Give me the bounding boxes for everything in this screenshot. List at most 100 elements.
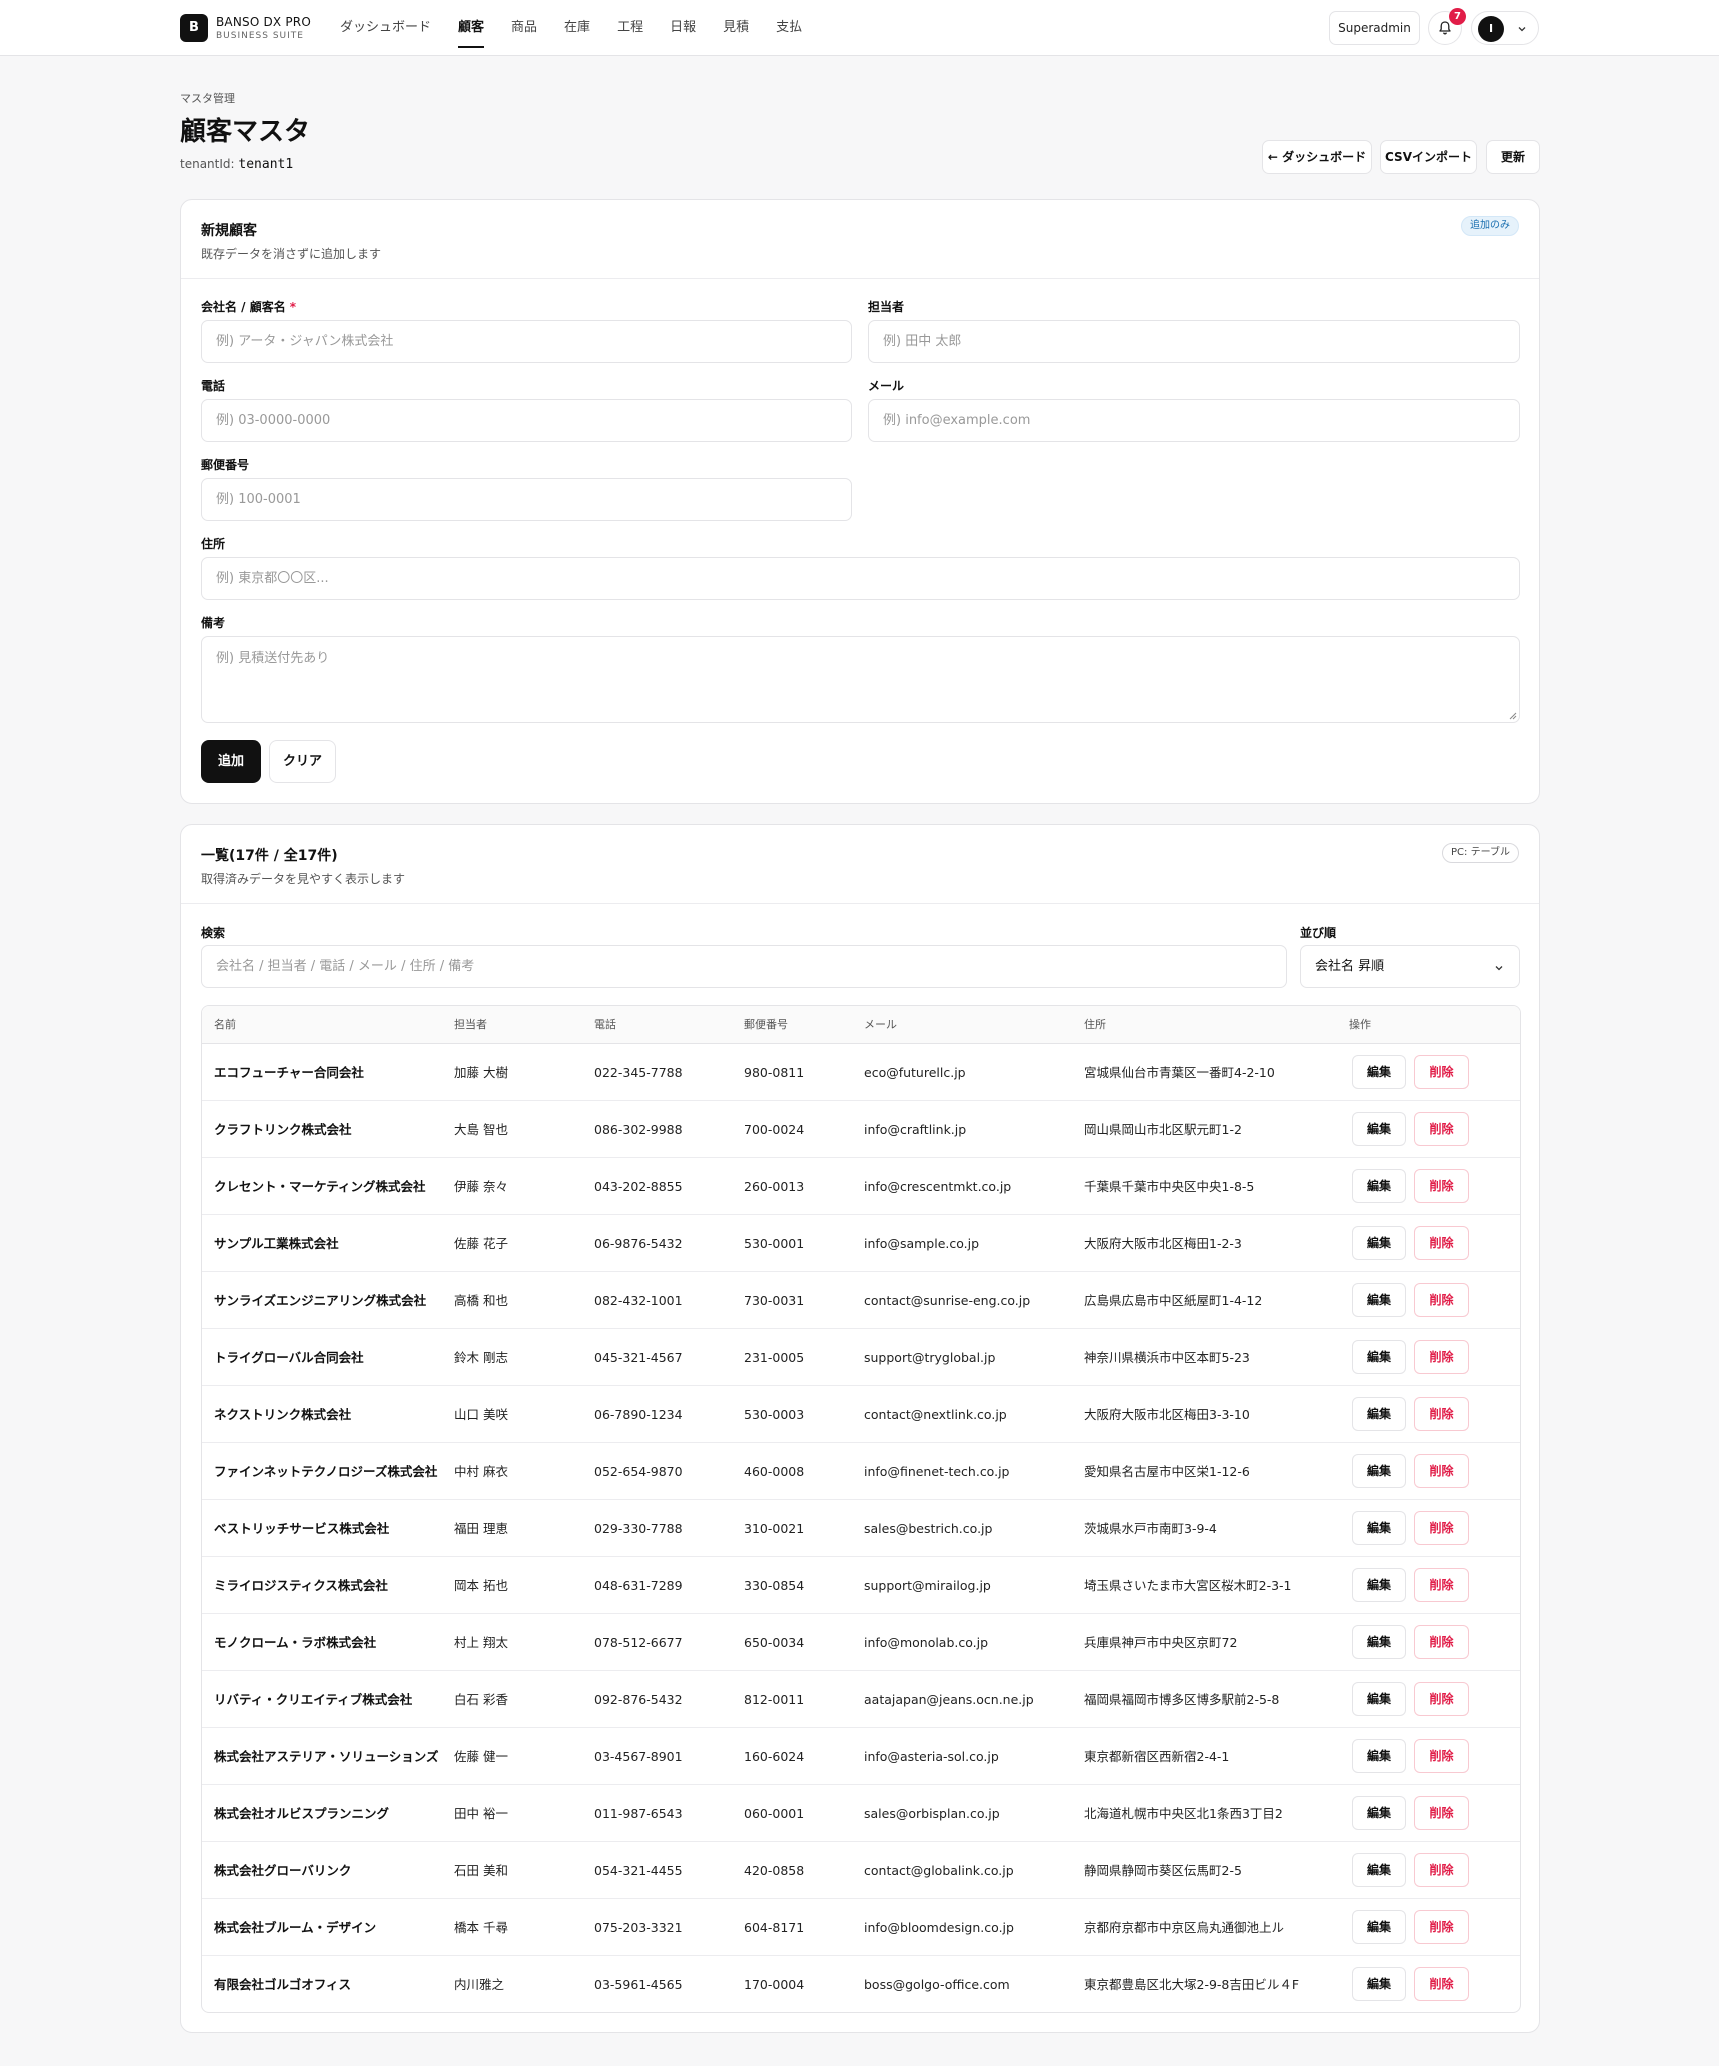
cell-address: 広島県広島市中区紙屋町1-4-12 <box>1084 1293 1263 1308</box>
delete-button[interactable]: 削除 <box>1414 1967 1469 2001</box>
cell-phone: 048-631-7289 <box>594 1578 683 1593</box>
delete-button[interactable]: 削除 <box>1414 1169 1469 1203</box>
email-input[interactable]: 例) info@example.com <box>868 399 1520 442</box>
delete-button[interactable]: 削除 <box>1414 1397 1469 1431</box>
edit-button[interactable]: 編集 <box>1352 1739 1406 1773</box>
cell-phone: 078-512-6677 <box>594 1635 683 1650</box>
search-input[interactable]: 会社名 / 担当者 / 電話 / メール / 住所 / 備考 <box>201 945 1287 988</box>
resize-grip-icon[interactable] <box>1507 710 1517 720</box>
table-row: トライグローバル合同会社 鈴木 剛志 045-321-4567 231-0005 sup… <box>202 1329 1520 1386</box>
delete-button[interactable]: 削除 <box>1414 1910 1469 1944</box>
cell-name: サンライズエンジニアリング株式会社 <box>214 1293 427 1308</box>
user-menu-button[interactable]: I <box>1471 11 1539 45</box>
new-customer-card: 新規顧客 既存データを消さずに追加します 追加のみ 会社名 / 顧客名 * 例) … <box>180 199 1540 804</box>
edit-button[interactable]: 編集 <box>1352 1112 1406 1146</box>
avatar: I <box>1478 16 1504 42</box>
table-row: サンプル工業株式会社 佐藤 花子 06-9876-5432 530-0001 info@… <box>202 1215 1520 1272</box>
delete-button[interactable]: 削除 <box>1414 1226 1469 1260</box>
nav-item[interactable]: 見積 <box>723 0 749 56</box>
cell-address: 神奈川県横浜市中区本町5-23 <box>1084 1350 1250 1365</box>
cell-contact: 佐藤 健一 <box>454 1749 508 1764</box>
note-textarea[interactable]: 例) 見積送付先あり <box>201 636 1520 723</box>
delete-button[interactable]: 削除 <box>1414 1055 1469 1089</box>
cell-contact: 福田 理恵 <box>454 1521 508 1536</box>
edit-button[interactable]: 編集 <box>1352 1397 1406 1431</box>
edit-button[interactable]: 編集 <box>1352 1283 1406 1317</box>
refresh-button[interactable]: 更新 <box>1486 140 1540 174</box>
cell-postal: 812-0011 <box>744 1692 805 1707</box>
cell-postal: 260-0013 <box>744 1179 805 1194</box>
nav-item[interactable]: 在庫 <box>564 0 590 56</box>
nav-item[interactable]: 工程 <box>617 0 643 56</box>
delete-button[interactable]: 削除 <box>1414 1283 1469 1317</box>
delete-button[interactable]: 削除 <box>1414 1340 1469 1374</box>
edit-button[interactable]: 編集 <box>1352 1796 1406 1830</box>
cell-postal: 231-0005 <box>744 1350 805 1365</box>
edit-button[interactable]: 編集 <box>1352 1511 1406 1545</box>
cell-contact: 中村 麻衣 <box>454 1464 508 1479</box>
cell-email: contact@globalink.co.jp <box>864 1863 1014 1878</box>
delete-button[interactable]: 削除 <box>1414 1112 1469 1146</box>
postal-input[interactable]: 例) 100-0001 <box>201 478 852 521</box>
cell-address: 静岡県静岡市葵区伝馬町2-5 <box>1084 1863 1242 1878</box>
edit-button[interactable]: 編集 <box>1352 1454 1406 1488</box>
table-row: サンライズエンジニアリング株式会社 高橋 和也 082-432-1001 730-00… <box>202 1272 1520 1329</box>
nav-item[interactable]: 支払 <box>776 0 802 56</box>
delete-button[interactable]: 削除 <box>1414 1853 1469 1887</box>
cell-contact: 岡本 拓也 <box>454 1578 508 1593</box>
edit-button[interactable]: 編集 <box>1352 1568 1406 1602</box>
edit-button[interactable]: 編集 <box>1352 1967 1406 2001</box>
table-row: 株式会社オルビスプランニング 田中 裕一 011-987-6543 060-0001 s… <box>202 1785 1520 1842</box>
logo[interactable]: B <box>180 14 208 42</box>
cell-email: support@tryglobal.jp <box>864 1350 996 1365</box>
nav-item[interactable]: 商品 <box>511 0 537 56</box>
nav-item[interactable]: ダッシュボード <box>340 0 431 56</box>
brand-name: BANSO DX PRO <box>216 15 311 29</box>
tenant-label: tenantId: <box>180 157 235 171</box>
delete-button[interactable]: 削除 <box>1414 1568 1469 1602</box>
delete-button[interactable]: 削除 <box>1414 1739 1469 1773</box>
cell-address: 岡山県岡山市北区駅元町1-2 <box>1084 1122 1242 1137</box>
cell-postal: 980-0811 <box>744 1065 805 1080</box>
contact-input[interactable]: 例) 田中 太郎 <box>868 320 1520 363</box>
delete-button[interactable]: 削除 <box>1414 1796 1469 1830</box>
cell-email: info@crescentmkt.co.jp <box>864 1179 1012 1194</box>
sort-select[interactable]: 会社名 昇順 <box>1300 945 1520 988</box>
delete-button[interactable]: 削除 <box>1414 1625 1469 1659</box>
table-row: 有限会社ゴルゴオフィス 内川雅之 03-5961-4565 170-0004 boss@… <box>202 1956 1520 2012</box>
cell-phone: 092-876-5432 <box>594 1692 683 1707</box>
cell-postal: 460-0008 <box>744 1464 805 1479</box>
delete-button[interactable]: 削除 <box>1414 1682 1469 1716</box>
table-row: ミライロジスティクス株式会社 岡本 拓也 048-631-7289 330-0854 s… <box>202 1557 1520 1614</box>
phone-input[interactable]: 例) 03-0000-0000 <box>201 399 852 442</box>
edit-button[interactable]: 編集 <box>1352 1226 1406 1260</box>
nav-item[interactable]: 日報 <box>670 0 696 56</box>
top-bar: B BANSO DX PRO BUSINESS SUITE ダッシュボード 顧客商… <box>0 0 1719 56</box>
edit-button[interactable]: 編集 <box>1352 1853 1406 1887</box>
table-row: モノクローム・ラボ株式会社 村上 翔太 078-512-6677 650-0034 in… <box>202 1614 1520 1671</box>
edit-button[interactable]: 編集 <box>1352 1910 1406 1944</box>
edit-button[interactable]: 編集 <box>1352 1169 1406 1203</box>
address-input[interactable]: 例) 東京都〇〇区... <box>201 557 1520 600</box>
edit-button[interactable]: 編集 <box>1352 1055 1406 1089</box>
delete-button[interactable]: 削除 <box>1414 1511 1469 1545</box>
cell-email: info@sample.co.jp <box>864 1236 980 1251</box>
edit-button[interactable]: 編集 <box>1352 1682 1406 1716</box>
postal-label: 郵便番号 <box>201 458 250 472</box>
role-button[interactable]: Superadmin <box>1329 11 1420 45</box>
csv-import-button[interactable]: CSVインポート <box>1380 140 1477 174</box>
company-input[interactable]: 例) アータ・ジャパン株式会社 <box>201 320 852 363</box>
add-button[interactable]: 追加 <box>201 740 261 783</box>
clear-button[interactable]: クリア <box>269 740 336 783</box>
back-to-dashboard-button[interactable]: ← ダッシュボード <box>1262 140 1372 174</box>
delete-button[interactable]: 削除 <box>1414 1454 1469 1488</box>
cell-postal: 650-0034 <box>744 1635 805 1650</box>
edit-button[interactable]: 編集 <box>1352 1340 1406 1374</box>
cell-address: 東京都豊島区北大塚2-9-8吉田ビル４F <box>1084 1977 1300 1992</box>
edit-button[interactable]: 編集 <box>1352 1625 1406 1659</box>
cell-name: ファインネットテクノロジーズ株式会社 <box>214 1464 438 1479</box>
nav-item[interactable]: 顧客 <box>458 0 485 56</box>
cell-name: リバティ・クリエイティブ株式会社 <box>214 1692 413 1707</box>
table-row: ネクストリンク株式会社 山口 美咲 06-7890-1234 530-0003 cont… <box>202 1386 1520 1443</box>
cell-postal: 160-6024 <box>744 1749 805 1764</box>
